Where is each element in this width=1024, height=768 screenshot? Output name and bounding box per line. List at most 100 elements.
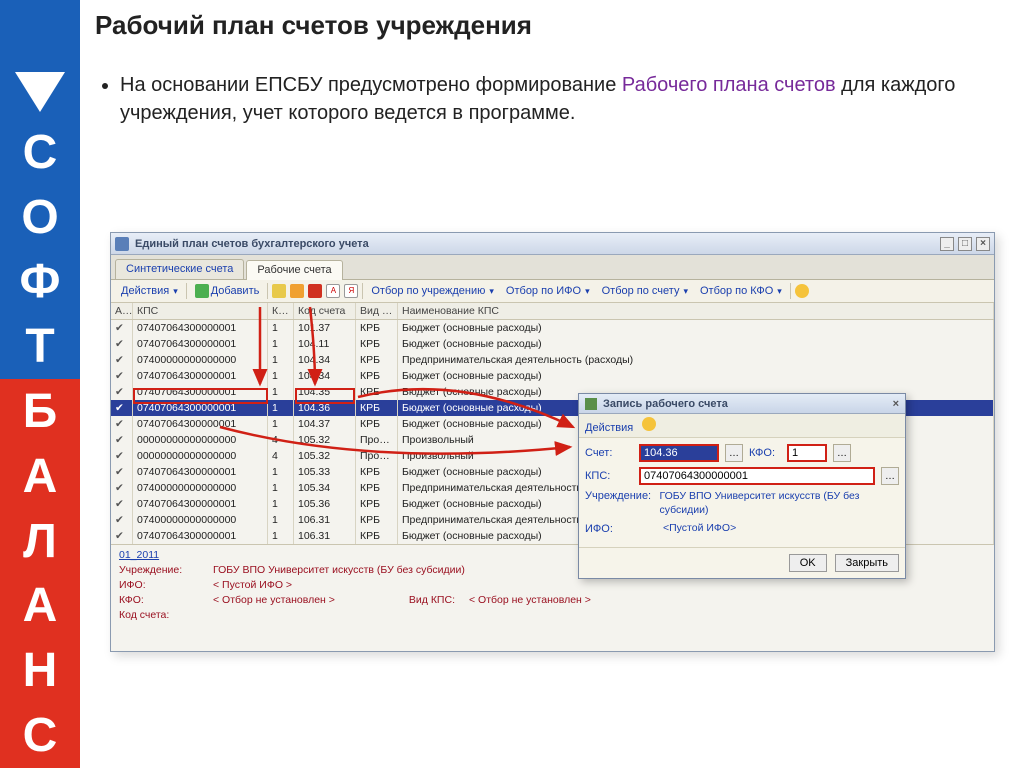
record-popup: Запись рабочего счета × Действия Счет: …… [578, 393, 906, 579]
footer-period-link[interactable]: 01_2011 [119, 549, 159, 561]
popup-help-icon[interactable] [642, 417, 656, 431]
row-check-icon: ✔ [111, 528, 133, 544]
table-row[interactable]: ✔074070643000000011104.34КРББюджет (осно… [111, 368, 994, 384]
help-icon[interactable] [795, 284, 809, 298]
filter-kfo[interactable]: Отбор по КФО [696, 284, 786, 298]
popup-org-value: ГОБУ ВПО Университет искусств (БУ без су… [659, 490, 899, 517]
cell-vid: КРБ [356, 528, 398, 544]
brand-arrow [0, 0, 80, 120]
delete-icon[interactable] [308, 284, 322, 298]
cell-kps: 07407064300000001 [133, 368, 268, 384]
row-check-icon: ✔ [111, 512, 133, 528]
table-row[interactable]: ✔074070643000000011101.37КРББюджет (осно… [111, 320, 994, 336]
popup-close-button[interactable]: Закрыть [835, 554, 899, 572]
popup-close-icon[interactable]: × [893, 398, 899, 410]
brand-letter: С [0, 703, 80, 768]
cell-vid: КРБ [356, 512, 398, 528]
popup-title: Запись рабочего счета [603, 398, 728, 410]
tab-working[interactable]: Рабочие счета [246, 260, 342, 280]
row-check-icon: ✔ [111, 384, 133, 400]
cell-code: 104.11 [294, 336, 356, 352]
col-code[interactable]: Код счета [294, 303, 356, 319]
footer-kfo-value: < Отбор не установлен > [213, 594, 335, 606]
col-kps[interactable]: КПС [133, 303, 268, 319]
popup-acct-label: Счет: [585, 447, 633, 459]
col-flag[interactable]: А… [111, 303, 133, 319]
popup-ok-button[interactable]: OK [789, 554, 827, 572]
row-check-icon: ✔ [111, 464, 133, 480]
maximize-button[interactable]: □ [958, 237, 972, 251]
cell-vid: КРБ [356, 336, 398, 352]
row-check-icon: ✔ [111, 448, 133, 464]
col-vid[interactable]: Вид … [356, 303, 398, 319]
cell-kps: 07407064300000001 [133, 464, 268, 480]
popup-kps-select[interactable]: … [881, 467, 899, 485]
row-check-icon: ✔ [111, 368, 133, 384]
cell-vid: Про… [356, 448, 398, 464]
brand-sidebar: СОФТБАЛАНС [0, 0, 80, 768]
slide-bullet: На основании ЕПСБУ предусмотрено формиро… [120, 71, 1014, 127]
popup-acct-input[interactable] [639, 444, 719, 462]
add-button[interactable]: Добавить [191, 283, 264, 299]
cell-kps: 00000000000000000 [133, 448, 268, 464]
cell-k: 1 [268, 400, 294, 416]
footer-ifo-label: ИФО: [119, 579, 199, 591]
footer-code-label: Код счета: [119, 609, 199, 621]
cell-vid: КРБ [356, 384, 398, 400]
cell-kps: 07400000000000000 [133, 512, 268, 528]
cell-k: 1 [268, 480, 294, 496]
sort-asc-icon[interactable]: A [326, 284, 340, 298]
cell-k: 1 [268, 528, 294, 544]
cell-vid: КРБ [356, 496, 398, 512]
brand-letter: Н [0, 638, 80, 703]
col-k[interactable]: К… [268, 303, 294, 319]
filter-org[interactable]: Отбор по учреждению [367, 284, 498, 298]
minimize-button[interactable]: _ [940, 237, 954, 251]
row-check-icon: ✔ [111, 336, 133, 352]
footer-vidkps-label: Вид КПС: [409, 594, 455, 606]
popup-kfo-input[interactable] [787, 444, 827, 462]
row-check-icon: ✔ [111, 496, 133, 512]
footer-ifo-value: < Пустой ИФО > [213, 579, 292, 591]
brand-letter: Ф [0, 250, 80, 315]
grid-header[interactable]: А… КПС К… Код счета Вид … Наименование К… [111, 303, 994, 320]
cell-code: 104.36 [294, 400, 356, 416]
cell-kps: 07407064300000001 [133, 336, 268, 352]
cell-kps: 07407064300000001 [133, 416, 268, 432]
col-name[interactable]: Наименование КПС [398, 303, 994, 319]
brand-letter: Л [0, 509, 80, 574]
cell-k: 1 [268, 464, 294, 480]
popup-kfo-label: КФО: [749, 447, 781, 459]
tab-synthetic[interactable]: Синтетические счета [115, 259, 244, 279]
window-titlebar[interactable]: Единый план счетов бухгалтерского учета … [111, 233, 994, 255]
table-row[interactable]: ✔074000000000000001104.34КРБПредпринимат… [111, 352, 994, 368]
cell-name: Бюджет (основные расходы) [398, 320, 994, 336]
sort-desc-icon[interactable]: Я [344, 284, 358, 298]
footer-kfo-label: КФО: [119, 594, 199, 606]
close-button[interactable]: × [976, 237, 990, 251]
cell-k: 1 [268, 352, 294, 368]
cell-vid: КРБ [356, 320, 398, 336]
popup-kps-label: КПС: [585, 470, 633, 482]
popup-acct-select[interactable]: … [725, 444, 743, 462]
cell-code: 104.37 [294, 416, 356, 432]
actions-menu[interactable]: Действия [117, 284, 182, 298]
popup-kfo-select[interactable]: … [833, 444, 851, 462]
cell-code: 106.31 [294, 528, 356, 544]
cell-vid: КРБ [356, 480, 398, 496]
cell-kps: 07407064300000001 [133, 320, 268, 336]
filter-acct[interactable]: Отбор по счету [598, 284, 692, 298]
cell-name: Бюджет (основные расходы) [398, 368, 994, 384]
table-row[interactable]: ✔074070643000000011104.11КРББюджет (осно… [111, 336, 994, 352]
filter-ifo[interactable]: Отбор по ИФО [502, 284, 594, 298]
cell-name: Предпринимательская деятельность (расход… [398, 352, 994, 368]
edit-icon[interactable] [290, 284, 304, 298]
cell-vid: КРБ [356, 400, 398, 416]
copy-icon[interactable] [272, 284, 286, 298]
footer-org-label: Учреждение: [119, 564, 199, 576]
popup-titlebar[interactable]: Запись рабочего счета × [579, 394, 905, 414]
popup-ifo-label: ИФО: [585, 523, 657, 535]
popup-actions-menu[interactable]: Действия [585, 422, 633, 434]
cell-vid: КРБ [356, 352, 398, 368]
popup-kps-input[interactable] [639, 467, 875, 485]
